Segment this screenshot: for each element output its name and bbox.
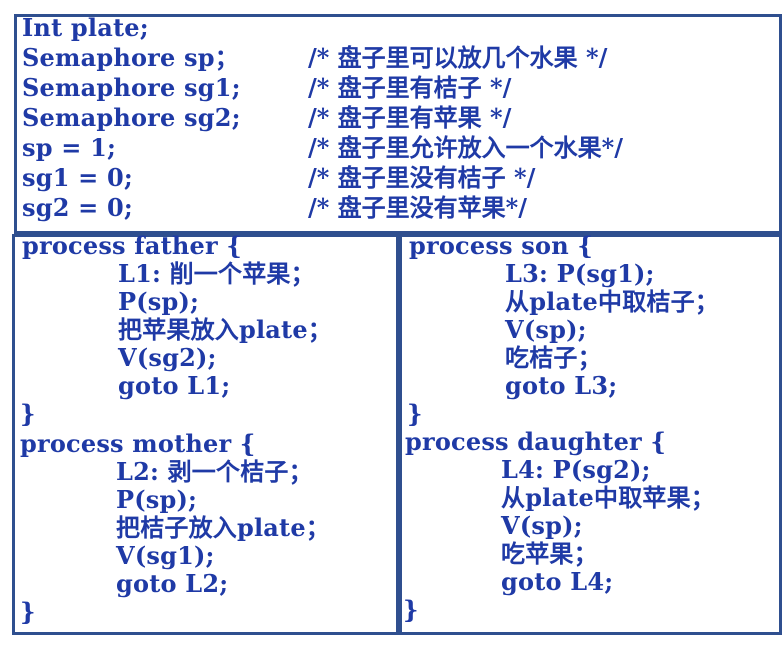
father-line-5: goto L1; xyxy=(118,371,231,400)
daughter-line-5: goto L4; xyxy=(501,567,614,596)
son-line-2: 从plate中取桔子； xyxy=(505,287,720,316)
son-line-5: goto L3; xyxy=(505,371,618,400)
decl-sp: Semaphore sp； xyxy=(22,43,239,72)
decl-plate: Int plate; xyxy=(22,13,149,42)
mother-close-brace: } xyxy=(20,597,36,626)
decl-sg2: Semaphore sg2; xyxy=(22,103,241,132)
father-line-4: V(sg2); xyxy=(118,343,217,372)
son-line-4: 吃桔子； xyxy=(505,343,602,372)
daughter-line-2: 从plate中取苹果； xyxy=(501,483,716,512)
mother-line-2: P(sp); xyxy=(116,485,198,514)
mother-header: process mother { xyxy=(20,429,256,458)
comment-sp-init: /* 盘子里允许放入一个水果*/ xyxy=(308,133,623,162)
mother-line-1: L2: 剥一个桔子； xyxy=(116,457,313,486)
decl-sg1-init: sg1 = 0; xyxy=(22,163,133,192)
decl-sg1: Semaphore sg1; xyxy=(22,73,241,102)
son-line-1: L3: P(sg1); xyxy=(505,259,655,288)
father-line-3: 把苹果放入plate； xyxy=(118,315,333,344)
decl-sp-init: sp = 1; xyxy=(22,133,117,162)
father-header: process father { xyxy=(22,231,243,260)
father-close-brace: } xyxy=(20,399,36,428)
son-header: process son { xyxy=(409,231,594,260)
comment-sg2-init: /* 盘子里没有苹果*/ xyxy=(308,193,527,222)
father-line-1: L1: 削一个苹果； xyxy=(118,259,315,288)
comment-sg1-init: /* 盘子里没有桔子 */ xyxy=(308,163,536,192)
son-close-brace: } xyxy=(407,399,423,428)
comment-sg1: /* 盘子里有桔子 */ xyxy=(308,73,512,102)
daughter-line-1: L4: P(sg2); xyxy=(501,455,651,484)
mother-line-4: V(sg1); xyxy=(116,541,215,570)
daughter-close-brace: } xyxy=(403,595,419,624)
comment-sp: /* 盘子里可以放几个水果 */ xyxy=(308,43,608,72)
daughter-header: process daughter { xyxy=(405,427,667,456)
decl-sg2-init: sg2 = 0; xyxy=(22,193,133,222)
comment-sg2: /* 盘子里有苹果 */ xyxy=(308,103,512,132)
son-line-3: V(sp); xyxy=(505,315,587,344)
mother-line-3: 把桔子放入plate； xyxy=(116,513,331,542)
daughter-line-4: 吃苹果； xyxy=(501,539,598,568)
father-line-2: P(sp); xyxy=(118,287,200,316)
daughter-line-3: V(sp); xyxy=(501,511,583,540)
mother-line-5: goto L2; xyxy=(116,569,229,598)
